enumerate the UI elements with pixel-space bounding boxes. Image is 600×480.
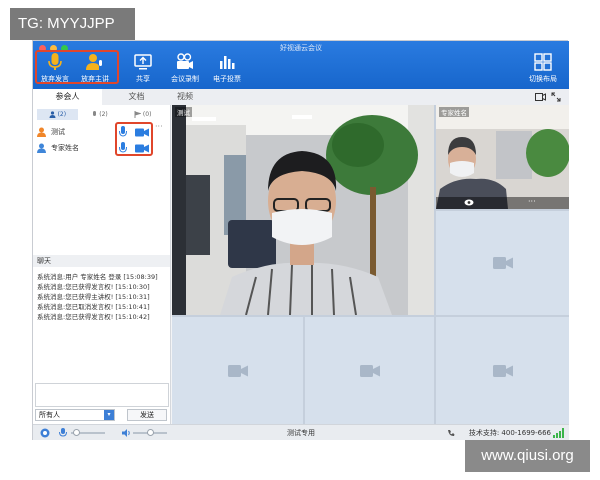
host-person-icon — [37, 127, 46, 137]
camera-placeholder-icon — [492, 257, 513, 269]
share-screen-icon — [134, 54, 152, 70]
main-video-label: 测试 — [175, 107, 192, 117]
grid-layout-icon — [534, 53, 552, 71]
empty-video-tile — [436, 211, 569, 315]
status-bar: 测试专用 技术支持: 400-1699-666 — [33, 424, 569, 440]
chat-message: 系统消息:您已获得主讲权! [15:10:31] — [37, 293, 150, 301]
flag-icon — [134, 111, 141, 118]
tab-bar: 参会人 文档 视频 — [33, 89, 569, 105]
empty-video-tile — [172, 317, 303, 424]
chat-title: 聊天 — [33, 255, 170, 267]
vote-label: 电子投票 — [213, 75, 241, 83]
count-hand: (0) — [142, 111, 152, 118]
tab-documents[interactable]: 文档 — [102, 89, 171, 105]
chevron-down-icon: ▾ — [104, 410, 114, 420]
share-button[interactable]: 共享 — [125, 53, 161, 84]
toolbar: 好视通云会议 放弃发言 放弃主讲 共享 会议录制 电子投票 切换布局 — [33, 41, 569, 89]
camera-placeholder-icon — [492, 364, 513, 377]
support-text: 技术支持: 400-1699-666 — [468, 429, 551, 437]
filter-hand[interactable]: (0) — [122, 109, 163, 120]
camera-settings-icon[interactable] — [535, 92, 546, 102]
chat-message: 系统消息:您已取消发言权! [15:10:41] — [37, 303, 150, 311]
count-all: (2) — [57, 111, 67, 118]
camera-placeholder-icon — [227, 364, 248, 377]
record-label: 会议录制 — [171, 75, 199, 83]
switch-layout-button[interactable]: 切换布局 — [525, 53, 561, 84]
tab-participants[interactable]: 参会人 — [33, 89, 102, 105]
participant-name: 专家姓名 — [51, 144, 79, 152]
highlight-box — [115, 122, 153, 156]
sidebar: (2) (2) (0) 测试 专家姓名 ··· 聊天 系统消息:用户 专家姓名 — [33, 105, 171, 424]
chat-input[interactable] — [35, 383, 169, 407]
chat-message: 系统消息:您已获得发言权! [15:10:42] — [37, 313, 150, 321]
more-options-icon[interactable]: ··· — [155, 122, 163, 131]
fullscreen-icon[interactable] — [551, 92, 561, 102]
camera-placeholder-icon — [359, 364, 380, 377]
recipient-value: 所有人 — [39, 411, 60, 419]
person-icon — [37, 143, 46, 153]
recipient-select[interactable]: 所有人 ▾ — [35, 409, 115, 421]
send-button[interactable]: 发送 — [127, 409, 167, 421]
main-video-feed — [172, 105, 434, 315]
main-video-tile[interactable]: 测试 — [172, 105, 434, 315]
eye-icon[interactable] — [464, 199, 474, 206]
vote-chart-icon — [220, 56, 235, 69]
filter-speaking[interactable]: (2) — [80, 109, 121, 120]
small-video-feed — [436, 105, 569, 209]
chat-message: 系统消息:您已获得发言权! [15:10:30] — [37, 283, 150, 291]
highlight-box — [35, 50, 119, 84]
participant-filter-row: (2) (2) (0) — [37, 109, 163, 120]
small-video-label: 专家姓名 — [439, 107, 469, 117]
empty-video-tile — [305, 317, 434, 424]
participant-row[interactable]: 测试 — [37, 125, 65, 139]
switch-layout-label: 切换布局 — [529, 75, 557, 83]
video-record-icon — [177, 53, 193, 69]
phone-icon — [448, 430, 455, 437]
chat-message: 系统消息:用户 专家姓名 登录 [15:08:39] — [37, 273, 158, 281]
record-button[interactable]: 会议录制 — [167, 53, 203, 84]
signal-icon — [553, 428, 564, 438]
empty-video-tile — [436, 317, 569, 424]
meeting-window: 好视通云会议 放弃发言 放弃主讲 共享 会议录制 电子投票 切换布局 参会人 文… — [32, 40, 569, 440]
participant-row[interactable]: 专家姓名 — [37, 141, 79, 155]
watermark-bottom-right: www.qiusi.org — [465, 440, 590, 472]
filter-all[interactable]: (2) — [37, 109, 78, 120]
count-speaking: (2) — [99, 111, 108, 118]
vote-button[interactable]: 电子投票 — [209, 53, 245, 84]
video-grid: 测试 专家姓名 ··· — [172, 105, 569, 424]
small-video-tile[interactable]: 专家姓名 ··· — [436, 105, 569, 209]
microphone-icon — [93, 111, 97, 116]
watermark-top-left: TG: MYYJJPP — [10, 8, 135, 40]
more-options-icon[interactable]: ··· — [528, 197, 536, 206]
person-icon — [49, 111, 56, 118]
share-label: 共享 — [136, 75, 150, 83]
participant-name: 测试 — [51, 128, 65, 136]
tab-video[interactable]: 视频 — [173, 89, 197, 105]
